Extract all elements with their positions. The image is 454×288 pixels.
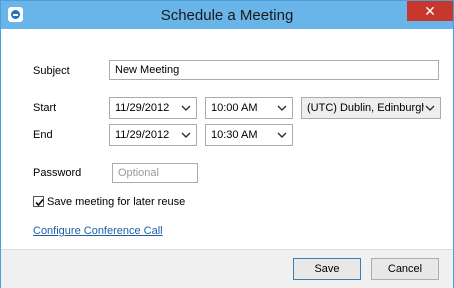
password-label: Password xyxy=(33,167,82,179)
end-date-value: 11/29/2012 xyxy=(115,129,170,141)
start-time-select[interactable]: 10:00 AM xyxy=(205,97,293,119)
end-label: End xyxy=(33,129,53,141)
cancel-button[interactable]: Cancel xyxy=(371,258,439,280)
subject-label: Subject xyxy=(33,65,70,77)
save-reuse-label[interactable]: Save meeting for later reuse xyxy=(47,196,185,208)
end-time-select[interactable]: 10:30 AM xyxy=(205,124,293,146)
end-date-picker[interactable]: 11/29/2012 xyxy=(109,124,197,146)
dialog-footer: Save Cancel xyxy=(1,249,453,288)
save-reuse-checkbox[interactable] xyxy=(33,196,44,207)
configure-conference-call-link[interactable]: Configure Conference Call xyxy=(33,225,163,237)
chevron-down-icon xyxy=(424,102,436,114)
chevron-down-icon xyxy=(181,105,191,111)
checkmark-icon xyxy=(35,198,44,207)
subject-input[interactable]: New Meeting xyxy=(109,60,439,80)
chevron-down-icon xyxy=(277,105,287,111)
start-label: Start xyxy=(33,102,57,114)
end-time-value: 10:30 AM xyxy=(211,129,258,141)
close-button[interactable]: ✕ xyxy=(407,1,453,21)
password-field[interactable]: Optional xyxy=(112,163,198,183)
start-time-value: 10:00 AM xyxy=(211,102,258,114)
save-button[interactable]: Save xyxy=(293,258,361,280)
title-bar: Schedule a Meeting ✕ xyxy=(1,1,453,29)
chevron-down-icon xyxy=(277,132,287,138)
schedule-meeting-dialog: Schedule a Meeting ✕ Subject New Meeting… xyxy=(0,0,454,288)
timezone-select[interactable]: (UTC) Dublin, Edinburgh, xyxy=(301,97,441,119)
chevron-down-icon xyxy=(181,132,191,138)
start-date-picker[interactable]: 11/29/2012 xyxy=(109,97,197,119)
timezone-value: (UTC) Dublin, Edinburgh, xyxy=(307,102,431,114)
start-date-value: 11/29/2012 xyxy=(115,102,170,114)
dialog-title: Schedule a Meeting xyxy=(160,7,294,24)
